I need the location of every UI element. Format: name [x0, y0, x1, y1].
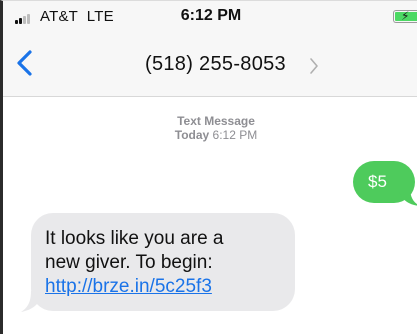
status-bar: AT&T LTE 6:12 PM ⚡ — [3, 1, 417, 31]
battery-icon: ⚡ — [393, 10, 417, 23]
carrier-name: AT&T — [40, 8, 79, 25]
signal-strength-icon — [15, 12, 37, 24]
message-line: It looks like you are a — [45, 228, 224, 249]
network-type: LTE — [86, 8, 114, 25]
charging-bolt-icon: ⚡ — [401, 10, 410, 23]
thread-date: Today 6:12 PM — [175, 128, 258, 142]
chevron-right-icon[interactable] — [309, 57, 319, 75]
received-message-bubble[interactable]: It looks like you are a new giver. To be… — [31, 213, 295, 311]
contact-title[interactable]: (518) 255-8053 — [145, 53, 286, 76]
status-time: 6:12 PM — [180, 7, 242, 24]
carrier-label: AT&T LTE — [40, 8, 114, 25]
chevron-left-icon — [17, 50, 32, 76]
messages-screen: AT&T LTE 6:12 PM ⚡ (518) 255-8053 Text M… — [0, 0, 417, 334]
back-button[interactable] — [13, 49, 39, 77]
thread-day: Today — [174, 128, 210, 142]
thread-timestamp: Text Message Today 6:12 PM — [175, 114, 258, 142]
conversation-header: (518) 255-8053 — [3, 31, 417, 97]
sent-bubble-tail — [398, 187, 417, 206]
thread-time: 6:12 PM — [212, 128, 258, 142]
message-line: new giver. To begin: — [45, 252, 213, 273]
message-link[interactable]: http://brze.in/5c25f3 — [45, 275, 295, 299]
thread-type-label: Text Message — [177, 114, 255, 128]
